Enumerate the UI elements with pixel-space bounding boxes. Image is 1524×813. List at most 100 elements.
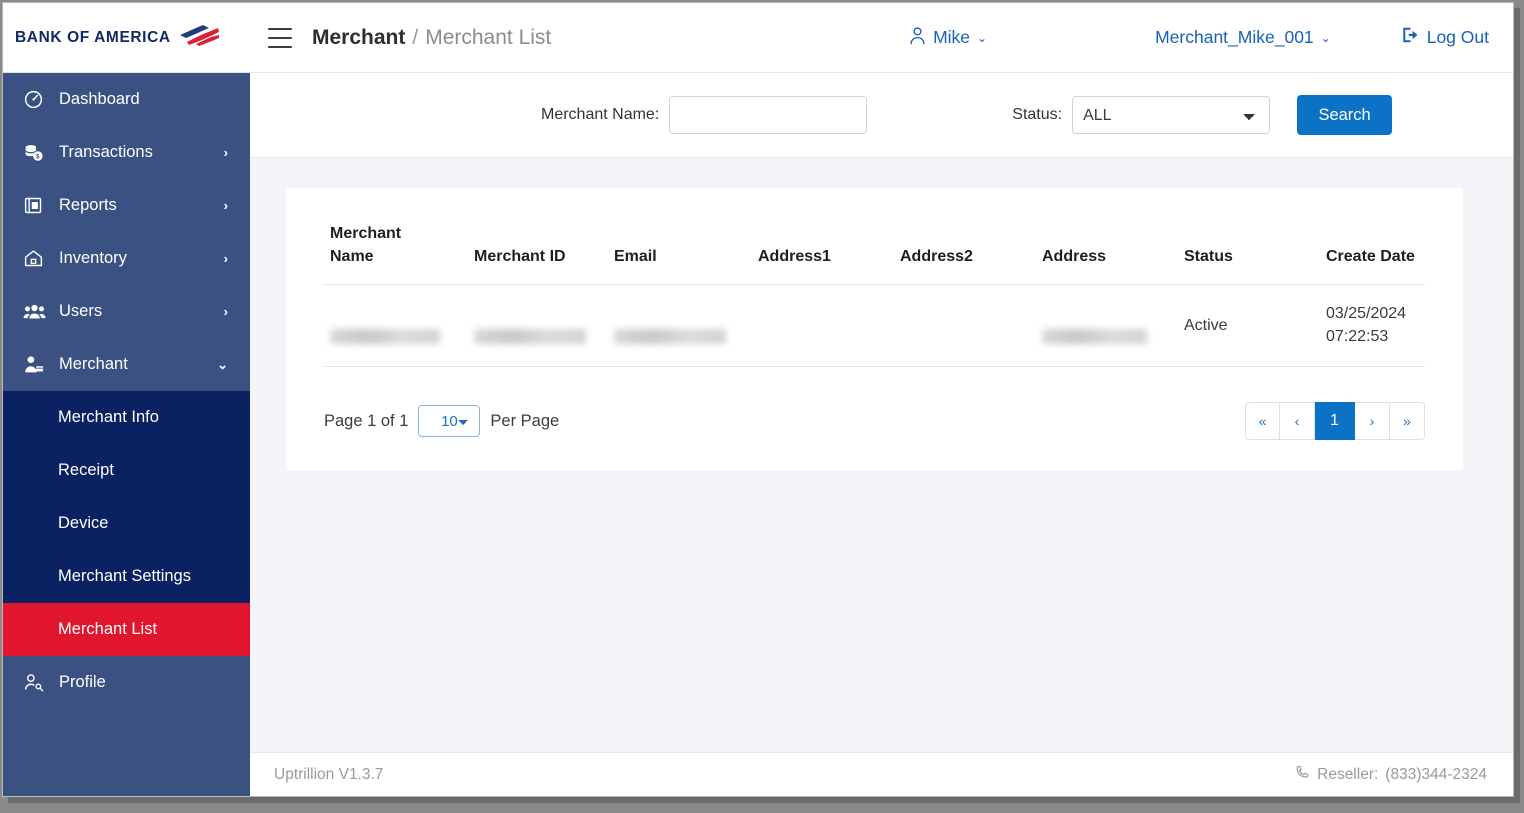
app-window: BANK OF AMERICA Dashboard $ Transactions…	[2, 2, 1514, 797]
profile-key-icon	[23, 672, 49, 693]
cell-status: Active	[1178, 284, 1320, 368]
breadcrumb-separator: /	[412, 25, 419, 49]
cell-merchant-id	[468, 284, 608, 368]
svg-text:$: $	[36, 154, 40, 161]
table-body: Active 03/25/2024 07:22:53	[324, 284, 1425, 368]
sidebar-subitem-device[interactable]: Device	[3, 497, 250, 550]
reseller-phone: (833)344-2324	[1385, 765, 1487, 783]
page-indicator: Page 1 of 1	[324, 411, 409, 430]
sidebar-sublabel: Receipt	[58, 461, 114, 479]
money-stack-icon: $	[23, 142, 49, 163]
sidebar-item-inventory[interactable]: Inventory ›	[3, 232, 250, 285]
merchant-list-card: Merchant Name Merchant ID Email Address1…	[286, 188, 1463, 471]
sidebar-label: Merchant	[59, 355, 128, 373]
pagination-next-button[interactable]: ›	[1355, 402, 1390, 441]
per-page-select[interactable]: 10 25 50 100	[418, 405, 481, 438]
logout-arrow-icon	[1401, 26, 1420, 49]
brand-logo[interactable]: BANK OF AMERICA	[3, 3, 250, 73]
pagination-bar: Page 1 of 1 10 25 50 100 Per Page « ‹ 1	[324, 402, 1425, 441]
sidebar-item-profile[interactable]: Profile	[3, 656, 250, 709]
users-group-icon	[23, 301, 49, 322]
reseller-info: Reseller: (833)344-2324	[1295, 765, 1487, 785]
merchant-account-label: Merchant_Mike_001	[1155, 27, 1314, 47]
sidebar-subitem-merchant-list[interactable]: Merchant List	[3, 603, 250, 656]
sidebar-item-dashboard[interactable]: Dashboard	[3, 73, 250, 126]
sidebar-nav: Dashboard $ Transactions › $ Reports › I…	[3, 73, 250, 752]
reseller-label: Reseller:	[1317, 765, 1379, 783]
column-email: Email	[614, 248, 657, 266]
merchant-person-icon	[23, 354, 49, 375]
user-name: Mike	[933, 27, 971, 47]
sidebar-sublabel: Merchant List	[58, 620, 158, 638]
boa-flag-icon	[178, 23, 220, 52]
brand-name: BANK OF AMERICA	[15, 28, 171, 46]
filter-bar: Merchant Name: Status: ALL Active Inacti…	[250, 73, 1513, 158]
sidebar-sublabel: Merchant Info	[58, 408, 159, 426]
redacted-value	[474, 329, 586, 345]
hamburger-icon[interactable]	[268, 27, 292, 48]
pagination-controls: « ‹ 1 › »	[1245, 402, 1425, 441]
sidebar-label: Profile	[59, 673, 106, 691]
cell-email	[608, 284, 752, 368]
sidebar-item-users[interactable]: Users ›	[3, 285, 250, 338]
merchant-account-menu[interactable]: Merchant_Mike_001 ⌄	[1155, 27, 1331, 48]
sidebar-label: Dashboard	[59, 90, 140, 108]
pagination-last-button[interactable]: »	[1390, 402, 1425, 441]
redacted-value	[330, 329, 440, 345]
sidebar-sublabel: Merchant Settings	[58, 567, 191, 585]
cell-create-date: 03/25/2024 07:22:53	[1320, 284, 1425, 368]
sidebar-subitem-merchant-info[interactable]: Merchant Info	[3, 391, 250, 444]
sidebar-item-merchant[interactable]: Merchant ⌄	[3, 338, 250, 391]
table-row[interactable]: Active 03/25/2024 07:22:53	[324, 284, 1425, 368]
merchant-name-input[interactable]	[669, 96, 868, 134]
status-select[interactable]: ALL Active Inactive	[1072, 96, 1271, 134]
sidebar-label: Users	[59, 302, 103, 320]
chevron-down-icon: ⌄	[977, 30, 988, 45]
footer-sidebar-pad	[3, 752, 250, 796]
content-area: Merchant Name Merchant ID Email Address1…	[250, 158, 1513, 752]
logout-button[interactable]: Log Out	[1401, 26, 1489, 49]
cell-address2	[894, 284, 1036, 368]
sidebar: BANK OF AMERICA Dashboard $ Transactions…	[3, 3, 250, 752]
sidebar-item-reports[interactable]: $ Reports ›	[3, 179, 250, 232]
app-version: Uptrillion V1.3.7	[274, 765, 384, 783]
redacted-value	[614, 329, 726, 345]
redacted-value	[1042, 329, 1147, 345]
chevron-right-icon: ›	[223, 304, 228, 319]
per-page-label: Per Page	[490, 411, 560, 430]
column-create-date: Create Date	[1326, 248, 1415, 266]
topbar: Merchant / Merchant List Mike ⌄ Merchant…	[250, 3, 1513, 73]
chevron-down-icon: ⌄	[217, 357, 228, 372]
pagination-first-button[interactable]: «	[1245, 402, 1280, 441]
sidebar-label: Reports	[59, 196, 117, 214]
search-button[interactable]: Search	[1297, 95, 1393, 135]
breadcrumb: Merchant / Merchant List	[312, 26, 551, 50]
phone-icon	[1295, 765, 1310, 785]
chevron-right-icon: ›	[223, 198, 228, 213]
user-person-icon	[909, 26, 926, 50]
sidebar-sublabel: Device	[58, 514, 109, 532]
merchant-name-label: Merchant Name:	[541, 106, 660, 123]
sidebar-label: Inventory	[59, 249, 127, 267]
table-header: Merchant Name Merchant ID Email Address1…	[324, 222, 1425, 285]
sidebar-submenu-merchant: Merchant Info Receipt Device Merchant Se…	[3, 391, 250, 656]
sidebar-subitem-merchant-settings[interactable]: Merchant Settings	[3, 550, 250, 603]
breadcrumb-parent[interactable]: Merchant	[312, 26, 405, 50]
cell-address1	[752, 284, 894, 368]
home-box-icon	[23, 248, 49, 269]
chevron-right-icon: ›	[223, 145, 228, 160]
pagination-page-1-button[interactable]: 1	[1315, 402, 1355, 441]
cell-merchant-name	[324, 284, 468, 368]
breadcrumb-current: Merchant List	[425, 25, 552, 49]
sidebar-label: Transactions	[59, 143, 153, 161]
topbar-right: Mike ⌄ Merchant_Mike_001 ⌄ Log Out	[909, 26, 1489, 50]
column-address2: Address2	[900, 248, 973, 266]
table-header-row: Merchant Name Merchant ID Email Address1…	[324, 222, 1425, 285]
user-menu[interactable]: Mike ⌄	[909, 26, 987, 50]
merchant-table: Merchant Name Merchant ID Email Address1…	[324, 222, 1425, 368]
sidebar-subitem-receipt[interactable]: Receipt	[3, 444, 250, 497]
footer-wrap: Uptrillion V1.3.7 Reseller: (833)344-232…	[3, 752, 1513, 796]
sidebar-item-transactions[interactable]: $ Transactions ›	[3, 126, 250, 179]
pagination-prev-button[interactable]: ‹	[1280, 402, 1315, 441]
chevron-right-icon: ›	[223, 251, 228, 266]
